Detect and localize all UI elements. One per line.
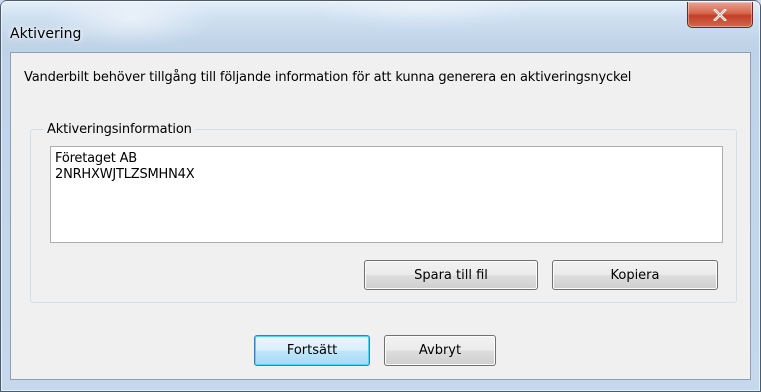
save-to-file-button[interactable]: Spara till fil — [364, 260, 538, 290]
activation-info-line: Företaget AB — [55, 151, 137, 166]
activation-info-group-label: Aktiveringsinformation — [44, 122, 195, 137]
window-title: Aktivering — [10, 26, 82, 42]
cancel-button-label: Avbryt — [418, 343, 462, 358]
save-to-file-button-label: Spara till fil — [414, 267, 488, 283]
copy-button-label: Kopiera — [610, 267, 660, 283]
close-icon — [713, 8, 727, 21]
continue-button-label: Fortsätt — [286, 343, 338, 358]
close-button[interactable] — [687, 2, 753, 28]
activation-info-line: 2NRHXWJTLZSMHN4X — [55, 167, 195, 182]
title-bar-glass — [1, 1, 760, 49]
description-text: Vanderbilt behöver tillgång till följand… — [24, 70, 632, 85]
copy-button[interactable]: Kopiera — [552, 260, 718, 290]
continue-button[interactable]: Fortsätt — [254, 335, 370, 366]
cancel-button[interactable]: Avbryt — [384, 335, 496, 366]
activation-info-textbox[interactable]: Företaget AB 2NRHXWJTLZSMHN4X — [50, 146, 723, 243]
